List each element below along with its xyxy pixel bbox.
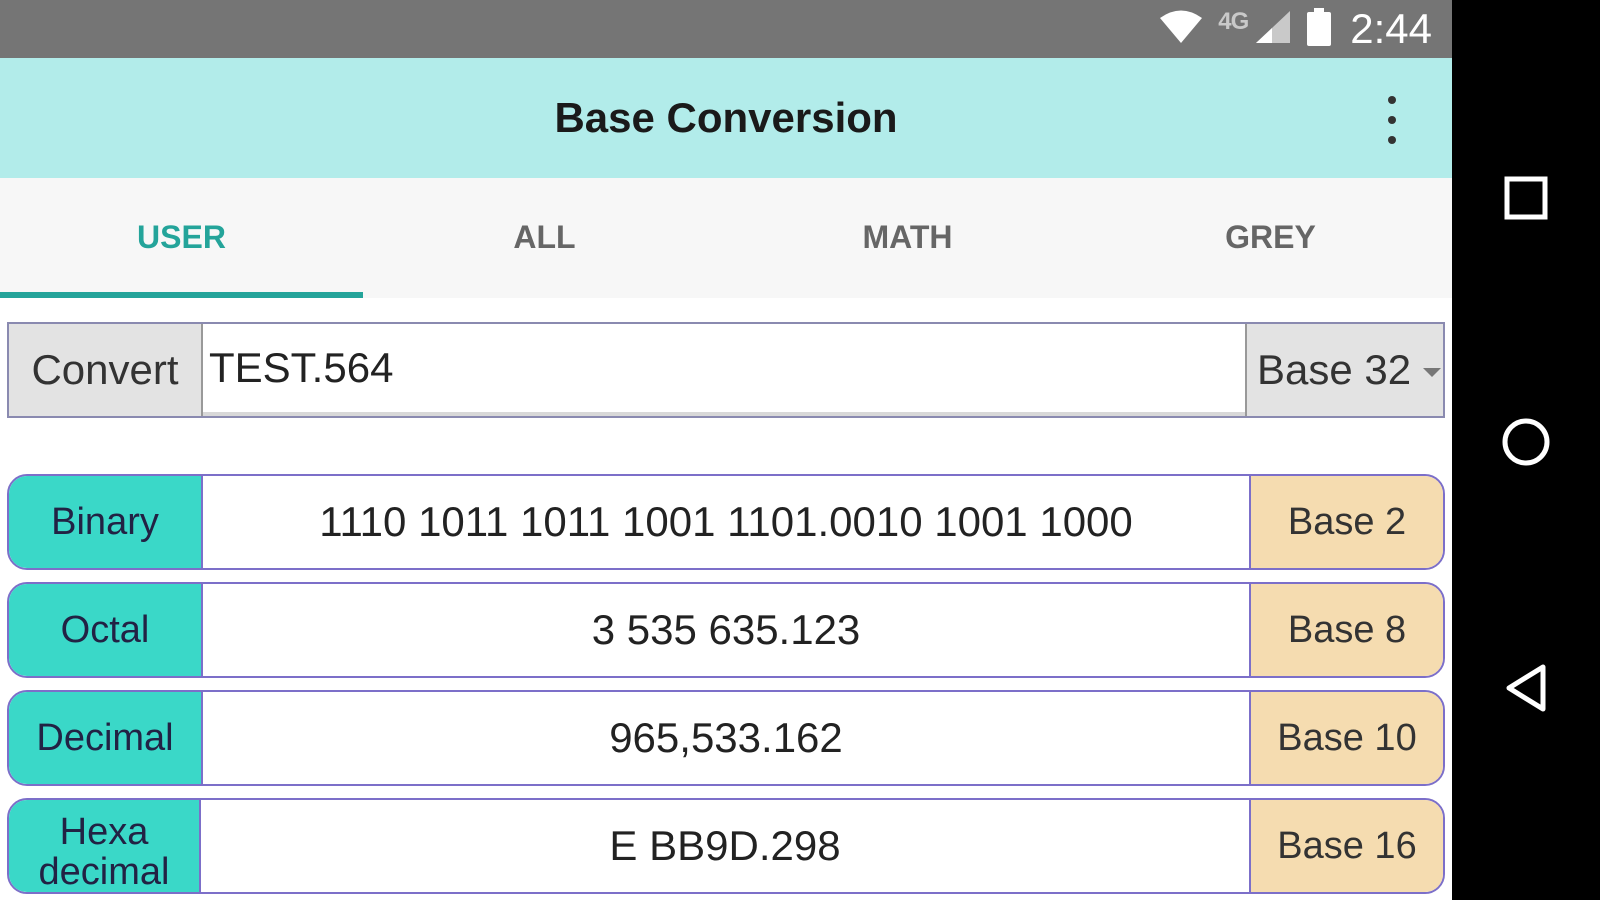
status-bar: 4G 2:44: [0, 0, 1452, 58]
number-input[interactable]: [203, 324, 1245, 416]
battery-icon: [1306, 7, 1332, 51]
home-circle-icon[interactable]: [1486, 402, 1566, 482]
page-title: Base Conversion: [554, 94, 898, 141]
result-row-decimal: Decimal 965,533.162 Base 10: [7, 690, 1445, 786]
result-base[interactable]: Base 16: [1249, 800, 1443, 892]
network-type: 4G: [1218, 8, 1249, 35]
result-base[interactable]: Base 8: [1249, 584, 1443, 676]
result-base[interactable]: Base 2: [1249, 476, 1443, 568]
tab-all[interactable]: ALL: [363, 178, 726, 298]
base-select[interactable]: Base 32: [1245, 324, 1443, 416]
result-value: 1110 1011 1011 1001 1101.0010 1001 1000: [319, 498, 1133, 545]
tab-grey[interactable]: GREY: [1089, 178, 1452, 298]
result-row-binary: Binary 1110 1011 1011 1001 1101.0010 100…: [7, 474, 1445, 570]
navigation-bar: [1452, 0, 1600, 900]
clock: 2:44: [1350, 5, 1432, 52]
result-base[interactable]: Base 10: [1249, 692, 1443, 784]
convert-row: Convert Base 32: [7, 322, 1445, 418]
more-vert-icon[interactable]: [1372, 96, 1412, 144]
result-value: E BB9D.298: [609, 822, 841, 869]
base-select-value: Base 32: [1257, 346, 1412, 393]
result-row-hexadecimal: Hexa decimal E BB9D.298 Base 16: [7, 798, 1445, 894]
convert-button[interactable]: Convert: [9, 324, 203, 416]
status-icons: 4G 2:44: [1158, 0, 1432, 58]
cell-signal-icon: [1254, 9, 1292, 50]
result-name[interactable]: Hexa decimal: [9, 800, 201, 892]
dropdown-caret-icon: [1423, 368, 1441, 377]
back-triangle-icon[interactable]: [1486, 648, 1566, 728]
tab-bar: USER ALL MATH GREY: [0, 178, 1452, 298]
tab-math[interactable]: MATH: [726, 178, 1089, 298]
app-bar: Base Conversion: [0, 58, 1452, 178]
wifi-icon: [1158, 9, 1204, 50]
result-row-octal: Octal 3 535 635.123 Base 8: [7, 582, 1445, 678]
result-name[interactable]: Decimal: [9, 692, 203, 784]
recents-square-icon[interactable]: [1486, 158, 1566, 238]
app-screen: 4G 2:44 Base Conversion USER ALL MATH GR…: [0, 0, 1452, 900]
result-value: 3 535 635.123: [591, 606, 861, 653]
tab-user[interactable]: USER: [0, 178, 363, 298]
result-name[interactable]: Octal: [9, 584, 203, 676]
result-value: 965,533.162: [609, 714, 843, 761]
result-name[interactable]: Binary: [9, 476, 203, 568]
